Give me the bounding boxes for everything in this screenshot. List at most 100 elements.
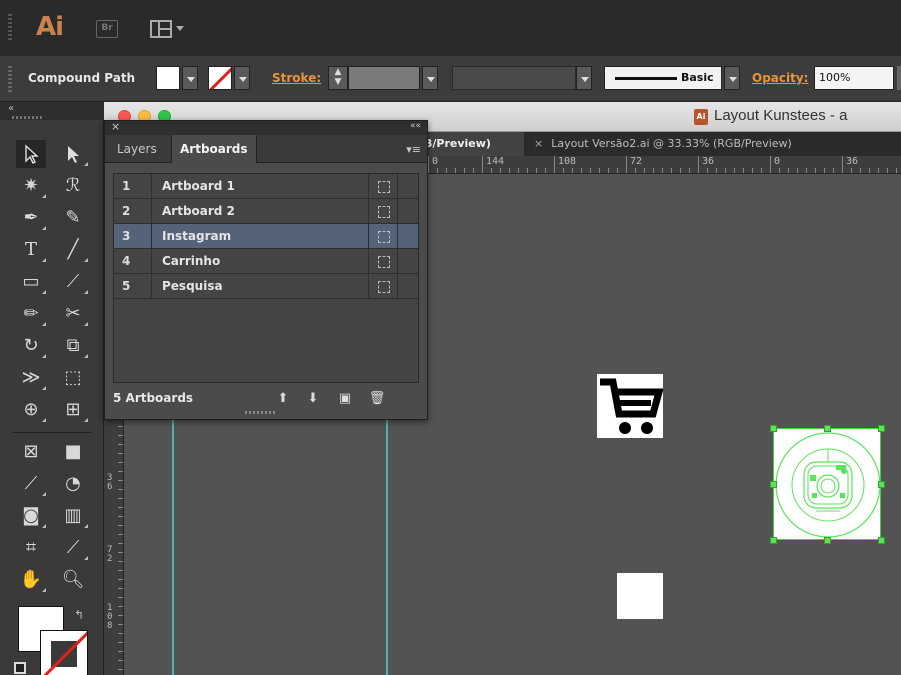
mesh-tool[interactable]: ⊠ <box>16 438 46 466</box>
artboard-row[interactable]: 2 Artboard 2 <box>114 199 418 224</box>
paintbrush-icon: ⟋ <box>66 271 80 292</box>
selection-tool[interactable] <box>16 140 46 168</box>
panel-grip <box>12 116 42 119</box>
variable-width-profile[interactable] <box>452 66 576 90</box>
tab-layout-versao2[interactable]: × Layout Versão2.ai @ 33.33% (RGB/Preview… <box>524 132 802 156</box>
gradient-tool[interactable]: ■ <box>58 438 88 466</box>
symbol-sprayer-icon: ◙ <box>22 505 40 526</box>
stroke-swatch[interactable] <box>208 66 232 90</box>
selection-handle[interactable] <box>878 537 885 544</box>
artboard-name[interactable]: Pesquisa <box>162 274 223 299</box>
artboard-options-icon[interactable] <box>368 224 398 249</box>
document-title: Layout Kunstees - a <box>714 107 848 124</box>
close-panel-icon[interactable]: × <box>111 120 120 133</box>
artboard-name[interactable]: Artboard 1 <box>162 174 235 199</box>
stroke-weight-spinner[interactable]: ▲ ▼ <box>328 66 348 90</box>
pen-tool[interactable]: ✒ <box>16 204 46 232</box>
selection-handle[interactable] <box>878 425 885 432</box>
new-artboard-icon[interactable]: ▣ <box>335 389 355 409</box>
perspective-grid-tool[interactable]: ⊞ <box>58 396 88 424</box>
tab-active-document[interactable]: B/Preview) <box>414 132 524 156</box>
close-tab-icon[interactable]: × <box>534 137 543 150</box>
width-tool[interactable]: ≫ <box>16 364 46 392</box>
gradient-icon: ■ <box>64 441 82 462</box>
tab-artboards[interactable]: Artboards <box>171 135 257 163</box>
artboard-row[interactable]: 5 Pesquisa <box>114 274 418 299</box>
magic-wand-tool[interactable]: ✷ <box>16 172 46 200</box>
default-colors-icon[interactable] <box>14 662 26 674</box>
artboard-row[interactable]: 4 Carrinho <box>114 249 418 274</box>
profile-dropdown[interactable] <box>576 66 592 90</box>
shape-builder-tool[interactable]: ⊕ <box>16 396 46 424</box>
artboard-options-icon[interactable] <box>368 249 398 274</box>
brush-dropdown[interactable] <box>724 66 740 90</box>
selection-handle[interactable] <box>824 537 831 544</box>
magic-wand-icon: ✷ <box>23 175 39 196</box>
direct-selection-tool[interactable] <box>58 140 88 168</box>
lasso-tool[interactable]: ℛ <box>58 172 88 200</box>
artboard-options-icon[interactable] <box>368 174 398 199</box>
move-down-icon[interactable]: ⬇ <box>303 389 323 409</box>
selection-handle[interactable] <box>770 481 777 488</box>
selection-handle[interactable] <box>878 481 885 488</box>
zoom-tool[interactable]: 🔍︎ <box>58 566 88 594</box>
brush-definition[interactable]: Basic <box>604 66 722 90</box>
collapse-panel-icon[interactable]: «« <box>410 121 421 131</box>
pencil-tool[interactable]: ✏ <box>16 300 46 328</box>
scissors-tool[interactable]: ✂ <box>58 300 88 328</box>
move-up-icon[interactable]: ⬆ <box>273 389 293 409</box>
selection-handle[interactable] <box>770 537 777 544</box>
rotate-tool[interactable]: ↻ <box>16 332 46 360</box>
symbol-sprayer-tool[interactable]: ◙ <box>16 502 46 530</box>
blend-tool[interactable]: ◔ <box>58 470 88 498</box>
white-square-artwork[interactable] <box>617 573 663 619</box>
tab-layers[interactable]: Layers <box>109 135 165 163</box>
fill-swatch[interactable] <box>156 66 180 90</box>
free-transform-tool[interactable]: ⬚ <box>58 364 88 392</box>
artboard-name[interactable]: Carrinho <box>162 249 220 274</box>
panel-menu-icon[interactable]: ▾≡ <box>406 143 421 156</box>
artboard-name[interactable]: Artboard 2 <box>162 199 235 224</box>
panel-resize-grip[interactable] <box>245 411 275 414</box>
stroke-weight-dropdown[interactable] <box>422 66 438 90</box>
panel-header[interactable]: × «« <box>105 120 427 135</box>
stroke-color-box[interactable] <box>40 630 88 675</box>
arrange-documents-button[interactable] <box>150 20 184 38</box>
artboard-row-selected[interactable]: 3 Instagram <box>114 224 418 249</box>
control-bar-grip[interactable] <box>8 66 12 92</box>
opacity-label[interactable]: Opacity: <box>752 71 808 85</box>
collapse-icon[interactable]: « <box>8 103 14 114</box>
eyedropper-tool[interactable]: ⟋ <box>16 470 46 498</box>
column-graph-tool[interactable]: ▥ <box>58 502 88 530</box>
ruler-label: 36 <box>698 156 714 173</box>
tool-group-indicator <box>42 354 46 358</box>
scale-tool[interactable]: ⧉ <box>58 332 88 360</box>
app-bar-grip[interactable] <box>8 14 12 42</box>
selected-instagram-artwork[interactable] <box>770 425 885 544</box>
bridge-button[interactable]: Br <box>96 20 118 38</box>
cart-artwork[interactable] <box>597 374 664 438</box>
swap-fill-stroke-icon[interactable]: ↰ <box>74 608 84 622</box>
paintbrush-tool[interactable]: ⟋ <box>58 268 88 296</box>
artboard-name[interactable]: Instagram <box>162 224 231 249</box>
stroke-label[interactable]: Stroke: <box>272 71 321 85</box>
artboard-tool[interactable]: ⌗ <box>16 534 46 562</box>
artboard-row[interactable]: 1 Artboard 1 <box>114 174 418 199</box>
selection-handle[interactable] <box>770 425 777 432</box>
delete-artboard-icon[interactable]: 🗑︎ <box>367 389 387 409</box>
selection-handle[interactable] <box>824 425 831 432</box>
hand-tool[interactable]: ✋ <box>16 566 46 594</box>
pen-icon: ✒ <box>23 207 39 228</box>
line-segment-tool[interactable]: ╱ <box>58 236 88 264</box>
fill-dropdown[interactable] <box>182 66 198 90</box>
stroke-weight-field[interactable] <box>348 66 420 90</box>
artboard-options-icon[interactable] <box>368 274 398 299</box>
tools-panel-header[interactable]: « <box>0 102 104 120</box>
opacity-field[interactable]: 100% <box>814 66 894 90</box>
artboard-options-icon[interactable] <box>368 199 398 224</box>
stroke-dropdown[interactable] <box>234 66 250 90</box>
type-tool[interactable]: T <box>16 236 46 264</box>
curvature-tool[interactable]: ✎ <box>58 204 88 232</box>
slice-tool[interactable]: ⟋ <box>58 534 88 562</box>
rectangle-tool[interactable]: ▭ <box>16 268 46 296</box>
